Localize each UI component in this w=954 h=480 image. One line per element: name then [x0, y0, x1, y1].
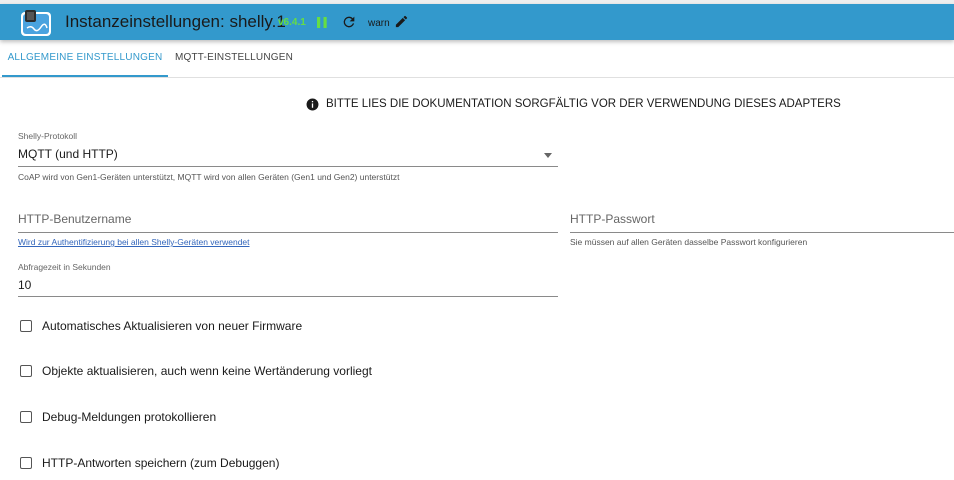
save-http-responses-checkbox[interactable] [20, 457, 32, 469]
info-icon [306, 98, 319, 111]
update-unchanged-checkbox[interactable] [20, 365, 32, 377]
pause-icon[interactable] [316, 16, 328, 29]
version-badge: v6.4.1 [278, 17, 306, 28]
pencil-icon[interactable] [394, 14, 409, 29]
protocol-label: Shelly-Protokoll [18, 131, 78, 141]
reload-icon[interactable] [341, 14, 357, 30]
http-username-helper: Wird zur Authentifizierung bei allen She… [18, 237, 250, 247]
protocol-underline [18, 166, 558, 167]
poll-interval-input[interactable]: 10 [18, 278, 31, 292]
http-username-input[interactable]: HTTP-Benutzername [18, 212, 131, 226]
save-http-responses-label[interactable]: HTTP-Antworten speichern (zum Debuggen) [42, 456, 279, 470]
poll-interval-underline [18, 296, 558, 297]
tab-divider [0, 77, 954, 78]
page-title: Instanzeinstellungen: shelly.1 [65, 12, 286, 31]
protocol-helper: CoAP wird von Gen1-Geräten unterstützt, … [18, 172, 400, 182]
log-level: warn [368, 18, 390, 29]
firmware-autoupdate-checkbox[interactable] [20, 320, 32, 332]
http-password-helper: Sie müssen auf allen Geräten dasselbe Pa… [570, 237, 808, 247]
tab-general-settings[interactable]: ALLGEMEINE EINSTELLUNGEN [2, 40, 168, 76]
debug-logging-label[interactable]: Debug-Meldungen protokollieren [42, 410, 216, 424]
tab-mqtt-settings[interactable]: MQTT-EINSTELLUNGEN [168, 40, 300, 76]
update-unchanged-label[interactable]: Objekte aktualisieren, auch wenn keine W… [42, 364, 372, 378]
documentation-notice: BITTE LIES DIE DOKUMENTATION SORGFÄLTIG … [326, 98, 841, 110]
shelly-adapter-logo [21, 10, 51, 36]
debug-logging-checkbox[interactable] [20, 411, 32, 423]
chevron-down-icon[interactable] [544, 153, 552, 158]
firmware-autoupdate-label[interactable]: Automatisches Aktualisieren von neuer Fi… [42, 319, 302, 333]
http-username-underline [18, 232, 558, 233]
http-password-underline [570, 232, 954, 233]
app-header: Instanzeinstellungen: shelly.1 v6.4.1 wa… [0, 4, 954, 40]
http-password-input[interactable]: HTTP-Passwort [570, 212, 655, 226]
protocol-select[interactable]: MQTT (und HTTP) [18, 147, 118, 161]
poll-interval-label: Abfragezeit in Sekunden [18, 262, 111, 272]
tab-bar: ALLGEMEINE EINSTELLUNGEN MQTT-EINSTELLUN… [0, 40, 954, 76]
